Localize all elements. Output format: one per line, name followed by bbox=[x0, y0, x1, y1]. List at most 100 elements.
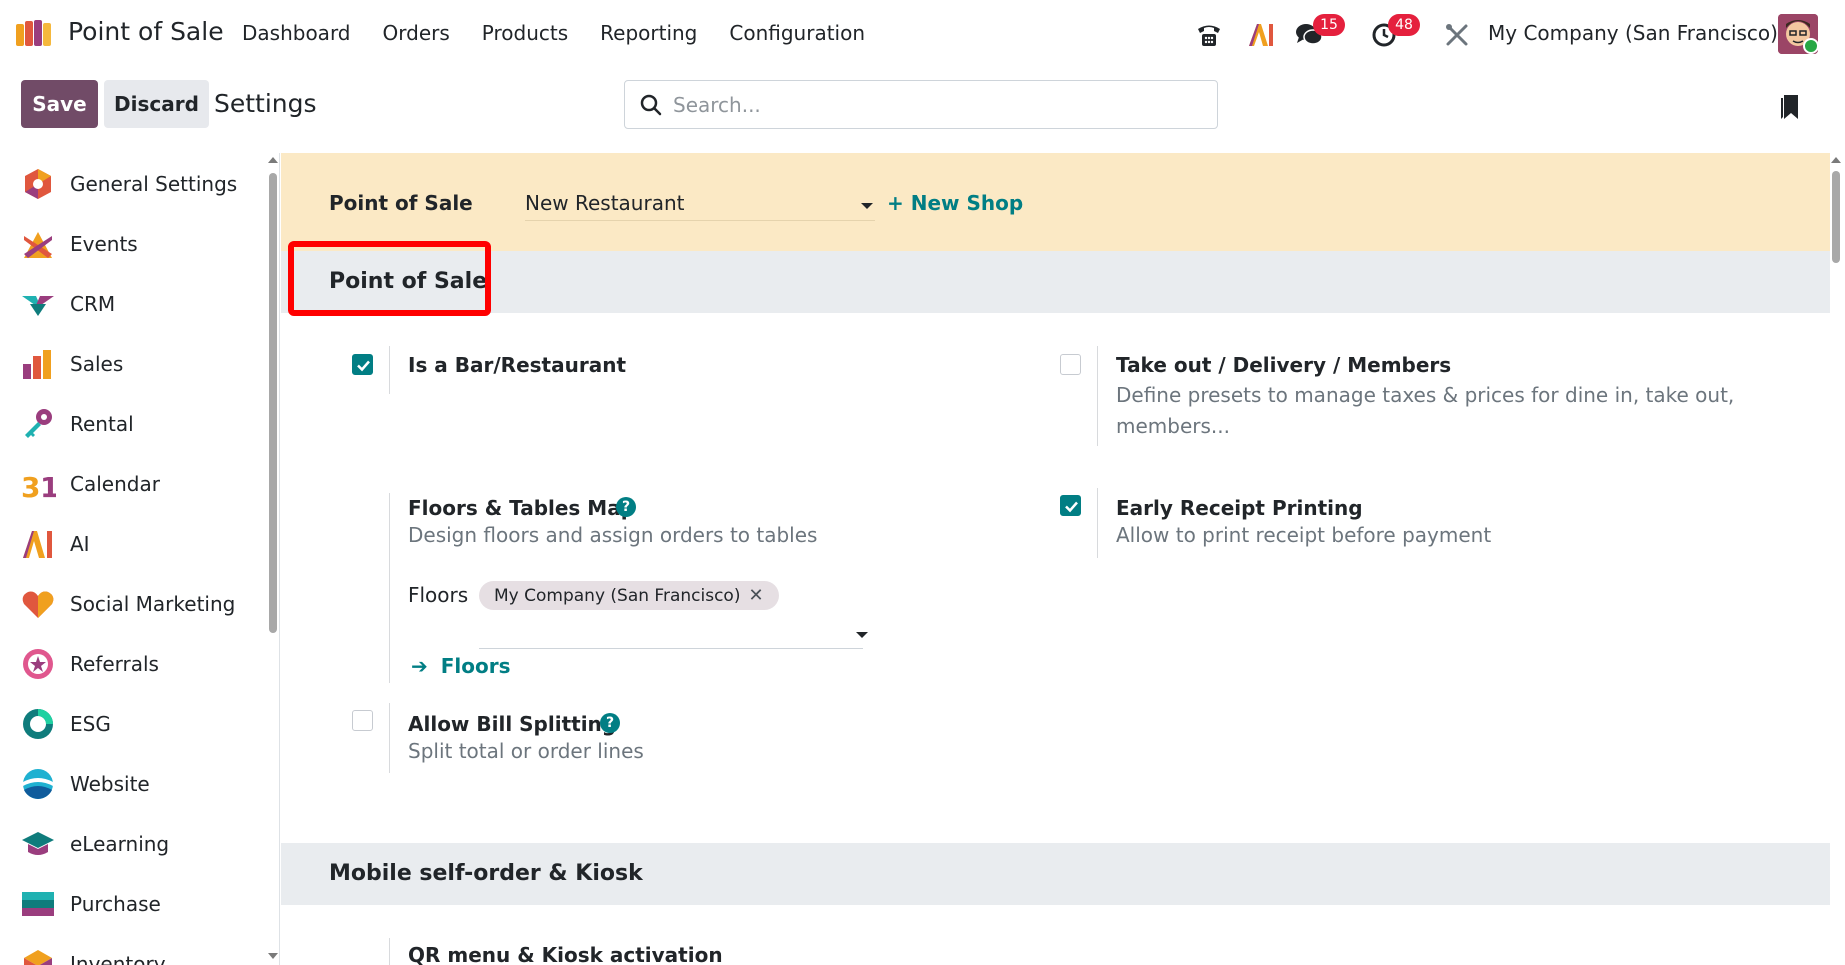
content-scrollbar-thumb[interactable] bbox=[1832, 171, 1840, 263]
crm-icon bbox=[22, 296, 54, 316]
setting-description: Allow to print receipt before payment bbox=[1116, 523, 1492, 547]
arrow-right-icon: ➔ bbox=[411, 654, 428, 678]
floors-link-label: Floors bbox=[440, 654, 511, 678]
setting-divider bbox=[389, 493, 390, 683]
sidebar-item-ai[interactable]: AI bbox=[0, 514, 266, 574]
search-icon bbox=[640, 94, 662, 116]
sidebar-item-social-marketing[interactable]: Social Marketing bbox=[0, 574, 266, 634]
messages-badge: 15 bbox=[1313, 14, 1345, 36]
phone-icon[interactable] bbox=[1194, 20, 1224, 50]
activities-badge: 48 bbox=[1388, 14, 1420, 36]
menu-orders[interactable]: Orders bbox=[383, 21, 450, 45]
sidebar-item-label: Website bbox=[70, 772, 150, 796]
sidebar-item-calendar[interactable]: 3 1 Calendar bbox=[0, 454, 266, 514]
floors-dropdown-chevron-icon[interactable] bbox=[856, 632, 868, 638]
scroll-down-arrow-icon[interactable] bbox=[268, 953, 278, 959]
takeout-checkbox[interactable] bbox=[1060, 354, 1081, 375]
app-name[interactable]: Point of Sale bbox=[68, 17, 224, 46]
social-marketing-icon bbox=[22, 591, 54, 618]
shop-selector-bar: Point of Sale New Restaurant + New Shop bbox=[281, 153, 1830, 251]
sidebar-item-website[interactable]: Website bbox=[0, 754, 266, 814]
shop-select-value: New Restaurant bbox=[525, 191, 685, 215]
remove-tag-icon[interactable]: ✕ bbox=[748, 585, 763, 606]
setting-divider bbox=[1097, 346, 1098, 446]
referrals-icon bbox=[23, 649, 53, 679]
new-shop-button[interactable]: + New Shop bbox=[887, 191, 1023, 215]
sidebar-item-label: Events bbox=[70, 232, 138, 256]
section-header-pos: Point of Sale bbox=[281, 251, 1830, 313]
sidebar-item-inventory[interactable]: Inventory bbox=[0, 934, 266, 965]
sidebar-item-label: AI bbox=[70, 532, 90, 556]
inventory-icon bbox=[24, 950, 52, 965]
purchase-icon bbox=[22, 892, 54, 916]
sidebar-scrollbar-thumb[interactable] bbox=[269, 173, 277, 633]
help-icon[interactable]: ? bbox=[616, 497, 636, 517]
menu-configuration[interactable]: Configuration bbox=[729, 21, 865, 45]
sidebar-item-elearning[interactable]: eLearning bbox=[0, 814, 266, 874]
setting-title[interactable]: Take out / Delivery / Members bbox=[1116, 353, 1451, 377]
settings-sidebar: General Settings Events CRM Sales Rental… bbox=[0, 153, 280, 965]
scroll-up-arrow-icon[interactable] bbox=[1831, 157, 1841, 163]
pos-app-icon[interactable] bbox=[16, 20, 56, 46]
sidebar-item-sales[interactable]: Sales bbox=[0, 334, 266, 394]
ai-icon bbox=[23, 531, 52, 558]
floors-field-label: Floors bbox=[408, 583, 469, 607]
save-button[interactable]: Save bbox=[21, 80, 98, 128]
setting-title[interactable]: Floors & Tables Map bbox=[408, 496, 635, 520]
sales-icon bbox=[23, 350, 51, 379]
setting-description: Split total or order lines bbox=[408, 739, 644, 763]
highlight-annotation bbox=[288, 241, 491, 316]
sidebar-item-label: Purchase bbox=[70, 892, 161, 916]
elearning-icon bbox=[22, 832, 54, 855]
sidebar-item-label: General Settings bbox=[70, 172, 238, 196]
sidebar-item-esg[interactable]: ESG bbox=[0, 694, 266, 754]
setting-title[interactable]: Is a Bar/Restaurant bbox=[408, 353, 626, 377]
menu-reporting[interactable]: Reporting bbox=[600, 21, 697, 45]
sidebar-item-label: Rental bbox=[70, 412, 134, 436]
sidebar-item-referrals[interactable]: Referrals bbox=[0, 634, 266, 694]
ai-icon[interactable] bbox=[1246, 20, 1276, 50]
floor-tag-label: My Company (San Francisco) bbox=[494, 586, 741, 606]
search-box[interactable] bbox=[624, 80, 1218, 129]
debug-tools-icon[interactable] bbox=[1442, 20, 1472, 50]
sidebar-item-label: eLearning bbox=[70, 832, 170, 856]
menu-products[interactable]: Products bbox=[482, 21, 568, 45]
sidebar-item-purchase[interactable]: Purchase bbox=[0, 874, 266, 934]
bookmark-icon[interactable] bbox=[1779, 93, 1801, 121]
setting-description: Design floors and assign orders to table… bbox=[408, 523, 818, 547]
events-icon bbox=[24, 232, 52, 258]
esg-icon bbox=[23, 709, 53, 739]
setting-divider bbox=[389, 703, 390, 773]
section-header-mobile: Mobile self-order & Kiosk bbox=[281, 843, 1830, 905]
search-input[interactable] bbox=[673, 89, 1203, 121]
bill-splitting-checkbox[interactable] bbox=[352, 710, 373, 731]
section-title: Mobile self-order & Kiosk bbox=[329, 861, 643, 886]
help-icon[interactable]: ? bbox=[600, 713, 620, 733]
early-receipt-checkbox[interactable] bbox=[1060, 495, 1081, 516]
setting-description: Define presets to manage taxes & prices … bbox=[1116, 383, 1735, 438]
general-settings-icon bbox=[25, 169, 51, 199]
setting-title[interactable]: Early Receipt Printing bbox=[1116, 496, 1363, 520]
website-icon bbox=[23, 769, 53, 799]
company-switcher[interactable]: My Company (San Francisco) bbox=[1488, 21, 1778, 45]
top-navbar: Point of Sale Dashboard Orders Products … bbox=[0, 0, 1845, 66]
sidebar-item-crm[interactable]: CRM bbox=[0, 274, 266, 334]
setting-title[interactable]: QR menu & Kiosk activation bbox=[408, 943, 723, 965]
floors-input-underline bbox=[479, 648, 863, 649]
calendar-icon: 3 1 bbox=[21, 471, 56, 502]
menu-dashboard[interactable]: Dashboard bbox=[242, 21, 351, 45]
floors-link[interactable]: ➔ Floors bbox=[411, 654, 511, 678]
sidebar-item-events[interactable]: Events bbox=[0, 214, 266, 274]
setting-title[interactable]: Allow Bill Splitting bbox=[408, 712, 616, 736]
discard-button[interactable]: Discard bbox=[104, 80, 209, 128]
bar-restaurant-checkbox[interactable] bbox=[352, 354, 373, 375]
online-status-dot bbox=[1803, 38, 1819, 54]
svg-text:1: 1 bbox=[40, 471, 56, 502]
shop-select[interactable]: New Restaurant bbox=[525, 189, 875, 221]
scroll-up-arrow-icon[interactable] bbox=[268, 157, 278, 163]
sidebar-item-rental[interactable]: Rental bbox=[0, 394, 266, 454]
svg-text:3: 3 bbox=[21, 471, 40, 502]
sidebar-item-label: ESG bbox=[70, 712, 111, 736]
sidebar-item-general-settings[interactable]: General Settings bbox=[0, 154, 266, 214]
chevron-down-icon bbox=[861, 203, 873, 209]
